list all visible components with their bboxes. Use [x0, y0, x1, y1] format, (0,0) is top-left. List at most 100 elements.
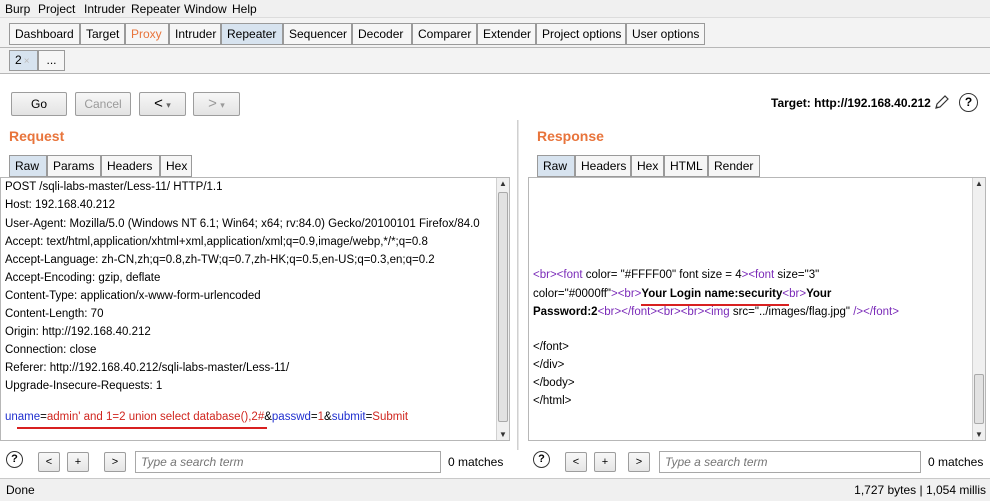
param-value-submit: Submit: [372, 411, 409, 423]
password-value-text: Password:2: [533, 306, 598, 318]
html-tag: <br>: [782, 288, 807, 300]
html-tag: </font>: [863, 306, 899, 318]
search-options-button[interactable]: +: [67, 452, 89, 472]
tab-decoder[interactable]: Decoder: [352, 23, 412, 45]
menu-repeater[interactable]: Repeater: [131, 2, 180, 16]
menu-intruder[interactable]: Intruder: [84, 2, 125, 16]
response-line: Password:2<br></font><br><br><img src=".…: [533, 306, 899, 318]
search-prev-button[interactable]: <: [565, 452, 587, 472]
response-line: <br><font color= "#FFFF00" font size = 4…: [533, 269, 819, 281]
close-icon[interactable]: ×: [24, 56, 30, 67]
request-line: Accept-Encoding: gzip, deflate: [5, 272, 161, 284]
help-icon[interactable]: ?: [533, 451, 550, 468]
request-line: Referer: http://192.168.40.212/sqli-labs…: [5, 362, 290, 374]
request-line: Connection: close: [5, 344, 97, 356]
response-line: </html>: [533, 395, 572, 407]
menu-window[interactable]: Window: [184, 2, 227, 16]
response-tab-render[interactable]: Render: [708, 155, 760, 177]
target-label: Target: http://192.168.40.212: [771, 96, 931, 110]
html-string: "#0000ff": [564, 288, 611, 300]
scroll-down-icon[interactable]: ▼: [497, 429, 509, 440]
tab-extender[interactable]: Extender: [477, 23, 536, 45]
login-name-text: Your Login name:security: [641, 288, 783, 300]
repeater-tab-bar: 2 × ...: [0, 48, 990, 74]
cancel-button[interactable]: Cancel: [75, 92, 131, 116]
html-string: "#FFFF00": [620, 269, 677, 281]
request-scrollbar[interactable]: ▲ ▼: [496, 178, 509, 440]
tab-proxy[interactable]: Proxy: [125, 23, 169, 45]
menu-bar: Burp Project Intruder Repeater Window He…: [0, 0, 990, 18]
repeater-tab-2[interactable]: 2 ×: [9, 50, 38, 71]
response-search-input[interactable]: [659, 451, 921, 473]
scroll-down-icon[interactable]: ▼: [973, 429, 985, 440]
tab-repeater[interactable]: Repeater: [221, 23, 283, 45]
menu-burp[interactable]: Burp: [5, 2, 30, 16]
back-button[interactable]: < ▾: [139, 92, 186, 116]
request-match-count: 0 matches: [448, 455, 504, 469]
request-tab-headers[interactable]: Headers: [101, 155, 160, 177]
search-next-button[interactable]: >: [104, 452, 126, 472]
request-line: Upgrade-Insecure-Requests: 1: [5, 380, 163, 392]
param-eq: =: [310, 411, 318, 423]
html-tag: <br>: [680, 306, 705, 318]
search-prev-button[interactable]: <: [38, 452, 60, 472]
param-key-uname: uname: [5, 411, 41, 423]
tab-comparer[interactable]: Comparer: [412, 23, 477, 45]
html-tag: >: [610, 288, 618, 300]
response-scrollbar[interactable]: ▲ ▼: [972, 178, 985, 440]
tab-user-options[interactable]: User options: [626, 23, 705, 45]
response-tab-hex[interactable]: Hex: [631, 155, 664, 177]
tab-dashboard[interactable]: Dashboard: [9, 23, 80, 45]
html-tag: <br>: [657, 306, 681, 318]
response-tab-headers[interactable]: Headers: [575, 155, 631, 177]
scroll-up-icon[interactable]: ▲: [497, 178, 509, 189]
request-body: uname=admin' and 1=2 union select databa…: [5, 411, 408, 423]
request-line: Content-Type: application/x-www-form-url…: [5, 290, 261, 302]
request-line: Accept-Language: zh-CN,zh;q=0.8,zh-TW;q=…: [5, 254, 435, 266]
tab-target[interactable]: Target: [80, 23, 125, 45]
response-tab-raw[interactable]: Raw: [537, 155, 575, 177]
search-options-button[interactable]: +: [594, 452, 616, 472]
help-icon[interactable]: ?: [6, 451, 23, 468]
menu-project[interactable]: Project: [38, 2, 75, 16]
scroll-up-icon[interactable]: ▲: [973, 178, 985, 189]
html-tag: <br>: [533, 269, 557, 281]
forward-arrow-icon: >: [208, 95, 217, 112]
edit-target-pencil-icon[interactable]: [933, 93, 951, 111]
request-tab-raw[interactable]: Raw: [9, 155, 47, 177]
status-text: Done: [6, 483, 35, 497]
param-eq: =: [40, 411, 47, 423]
tab-sequencer[interactable]: Sequencer: [283, 23, 352, 45]
scroll-thumb[interactable]: [974, 374, 984, 424]
tab-intruder[interactable]: Intruder: [169, 23, 221, 45]
response-match-count: 0 matches: [928, 455, 984, 469]
go-button[interactable]: Go: [11, 92, 67, 116]
html-tag: <br>: [617, 288, 642, 300]
password-label-text: Your: [806, 288, 832, 300]
response-line: </div>: [533, 359, 565, 371]
help-icon[interactable]: ?: [959, 93, 978, 112]
html-attr: size=: [774, 269, 805, 281]
response-tab-html[interactable]: HTML: [664, 155, 708, 177]
response-line: </body>: [533, 377, 575, 389]
request-tab-hex[interactable]: Hex: [160, 155, 192, 177]
chevron-down-icon: ▾: [166, 100, 171, 110]
request-search-input[interactable]: [135, 451, 441, 473]
request-editor[interactable]: POST /sqli-labs-master/Less-11/ HTTP/1.1…: [0, 177, 510, 441]
search-next-button[interactable]: >: [628, 452, 650, 472]
scroll-thumb[interactable]: [498, 192, 508, 422]
html-attr: src=: [729, 306, 755, 318]
response-editor[interactable]: <br><font color= "#FFFF00" font size = 4…: [528, 177, 986, 441]
split-pane-divider[interactable]: [517, 120, 519, 450]
request-line: Host: 192.168.40.212: [5, 199, 115, 211]
menu-help[interactable]: Help: [232, 2, 257, 16]
request-tab-params[interactable]: Params: [47, 155, 101, 177]
tab-project-options[interactable]: Project options: [536, 23, 626, 45]
response-size-time: 1,727 bytes | 1,054 millis: [854, 483, 986, 497]
repeater-tab-new[interactable]: ...: [38, 50, 65, 71]
html-tag: <font: [556, 269, 583, 281]
request-line: POST /sqli-labs-master/Less-11/ HTTP/1.1: [5, 181, 223, 193]
repeater-tab-label: 2: [15, 53, 22, 67]
html-tag: />: [850, 306, 864, 318]
forward-button[interactable]: > ▾: [193, 92, 240, 116]
